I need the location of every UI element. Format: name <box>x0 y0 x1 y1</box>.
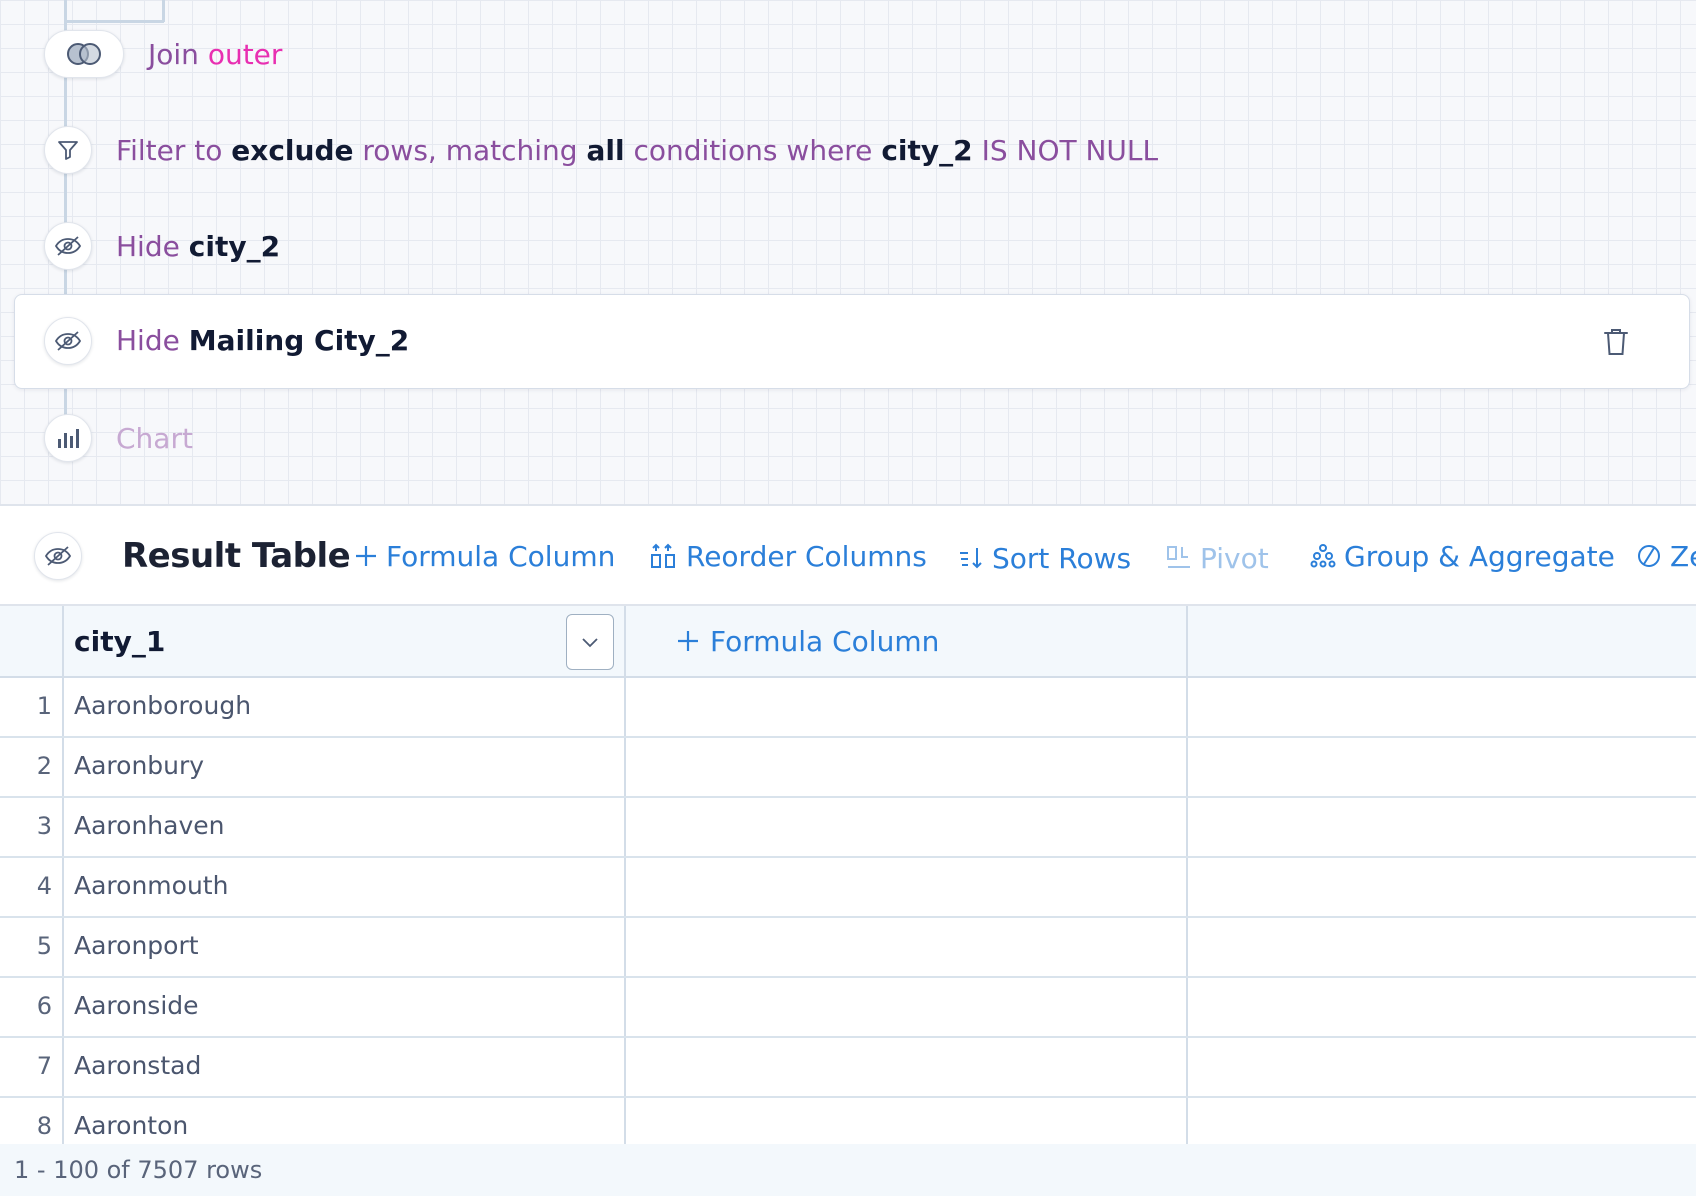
filter-part: conditions where <box>633 133 873 167</box>
filter-mode: exclude <box>231 133 354 167</box>
filter-part: Filter to <box>116 133 223 167</box>
chevron-down-icon <box>582 638 598 648</box>
row-number: 5 <box>36 932 52 960</box>
reorder-columns-icon <box>651 543 675 568</box>
circle-slash-icon <box>1638 545 1660 567</box>
plus-icon <box>356 546 376 566</box>
sort-rows-button[interactable]: Sort Rows <box>958 538 1131 578</box>
table-row[interactable]: 8 Aaronton <box>0 1098 1696 1144</box>
column-menu-button[interactable] <box>566 614 614 670</box>
ze-button[interactable]: Ze <box>1636 536 1696 576</box>
filter-condition: IS NOT NULL <box>981 133 1159 167</box>
add-formula-column-header[interactable]: Formula Column <box>676 606 939 676</box>
step-filter-text: Filter to exclude rows, matching all con… <box>116 134 1158 167</box>
step-hide-mailing-city-2[interactable]: Hide Mailing City_2 <box>14 294 1690 389</box>
reorder-columns-label: Reorder Columns <box>686 539 927 573</box>
hide-verb: Hide <box>116 229 180 263</box>
ze-label: Ze <box>1670 539 1696 573</box>
result-grid: city_1 Formula Column 1 Aaronborough 2 A… <box>0 606 1696 1144</box>
cell-city-1[interactable]: Aaronhaven <box>74 811 224 840</box>
row-number: 6 <box>36 992 52 1020</box>
table-row[interactable]: 7 Aaronstad <box>0 1038 1696 1098</box>
cell-city-1[interactable]: Aaronmouth <box>74 871 228 900</box>
cell-city-1[interactable]: Aaronport <box>74 931 199 960</box>
bar-chart-icon <box>44 414 92 462</box>
join-type: outer <box>207 37 283 71</box>
row-count-label: 1 - 100 of 7507 rows <box>14 1156 263 1184</box>
table-row[interactable]: 2 Aaronbury <box>0 738 1696 798</box>
pivot-icon <box>1167 546 1190 568</box>
column-header-city-1[interactable]: city_1 <box>74 606 165 676</box>
table-row[interactable]: 6 Aaronside <box>0 978 1696 1038</box>
step-hide-city-2[interactable]: Hide city_2 <box>0 216 1696 276</box>
sort-icon <box>960 548 982 569</box>
formula-column-label: Formula Column <box>710 624 940 658</box>
group-aggregate-button[interactable]: Group & Aggregate <box>1310 536 1615 576</box>
cell-city-1[interactable]: Aaronbury <box>74 751 204 780</box>
step-chart-label: Chart <box>116 421 193 455</box>
pivot-button[interactable]: Pivot <box>1166 538 1269 578</box>
eye-slash-icon <box>44 222 92 270</box>
table-footer: 1 - 100 of 7507 rows <box>0 1144 1696 1196</box>
row-number: 3 <box>36 812 52 840</box>
pipeline-connector-branch-up <box>162 0 165 22</box>
filter-column: city_2 <box>881 133 973 167</box>
step-join-text: Join outer <box>148 38 282 71</box>
filter-match: all <box>586 133 625 167</box>
formula-column-label: Formula Column <box>386 539 616 573</box>
eye-slash-icon[interactable] <box>34 532 82 580</box>
filter-part: rows, matching <box>362 133 578 167</box>
row-number: 4 <box>36 872 52 900</box>
group-aggregate-label: Group & Aggregate <box>1344 539 1615 573</box>
hide-verb: Hide <box>116 324 180 357</box>
step-join[interactable]: Join outer <box>0 24 1696 84</box>
step-hide-text: Hide city_2 <box>116 230 280 263</box>
group-aggregate-icon <box>1310 544 1336 568</box>
sort-rows-label: Sort Rows <box>992 541 1132 575</box>
row-number: 7 <box>36 1052 52 1080</box>
row-number: 2 <box>36 752 52 780</box>
result-table-title: Result Table <box>122 536 351 576</box>
row-number: 1 <box>36 692 52 720</box>
trash-icon[interactable] <box>1601 325 1631 359</box>
table-row[interactable]: 5 Aaronport <box>0 918 1696 978</box>
hide-column: Mailing City_2 <box>188 324 410 357</box>
pivot-label: Pivot <box>1200 541 1269 575</box>
formula-column-button[interactable]: Formula Column <box>354 536 615 576</box>
cell-city-1[interactable]: Aaronstad <box>74 1051 201 1080</box>
reorder-columns-button[interactable]: Reorder Columns <box>650 536 927 576</box>
table-row[interactable]: 3 Aaronhaven <box>0 798 1696 858</box>
step-filter[interactable]: Filter to exclude rows, matching all con… <box>0 120 1696 180</box>
table-row[interactable]: 1 Aaronborough <box>0 678 1696 738</box>
hide-column: city_2 <box>188 229 281 263</box>
eye-slash-icon <box>44 317 92 365</box>
funnel-icon <box>44 126 92 174</box>
pipeline-canvas: Join outer Filter to exclude rows, match… <box>0 0 1696 506</box>
row-number: 8 <box>36 1112 52 1140</box>
step-hide-text: Hide Mailing City_2 <box>116 324 409 357</box>
step-chart[interactable]: Chart <box>0 408 1696 468</box>
venn-circles-icon <box>44 30 124 78</box>
table-row[interactable]: 4 Aaronmouth <box>0 858 1696 918</box>
join-prefix: Join <box>148 37 199 71</box>
cell-city-1[interactable]: Aaronborough <box>74 691 251 720</box>
cell-city-1[interactable]: Aaronside <box>74 991 199 1020</box>
result-header: Result Table Formula Column Reorder Colu… <box>0 506 1696 606</box>
cell-city-1[interactable]: Aaronton <box>74 1111 188 1140</box>
plus-icon <box>678 631 698 651</box>
pipeline-connector-branch <box>64 20 164 23</box>
